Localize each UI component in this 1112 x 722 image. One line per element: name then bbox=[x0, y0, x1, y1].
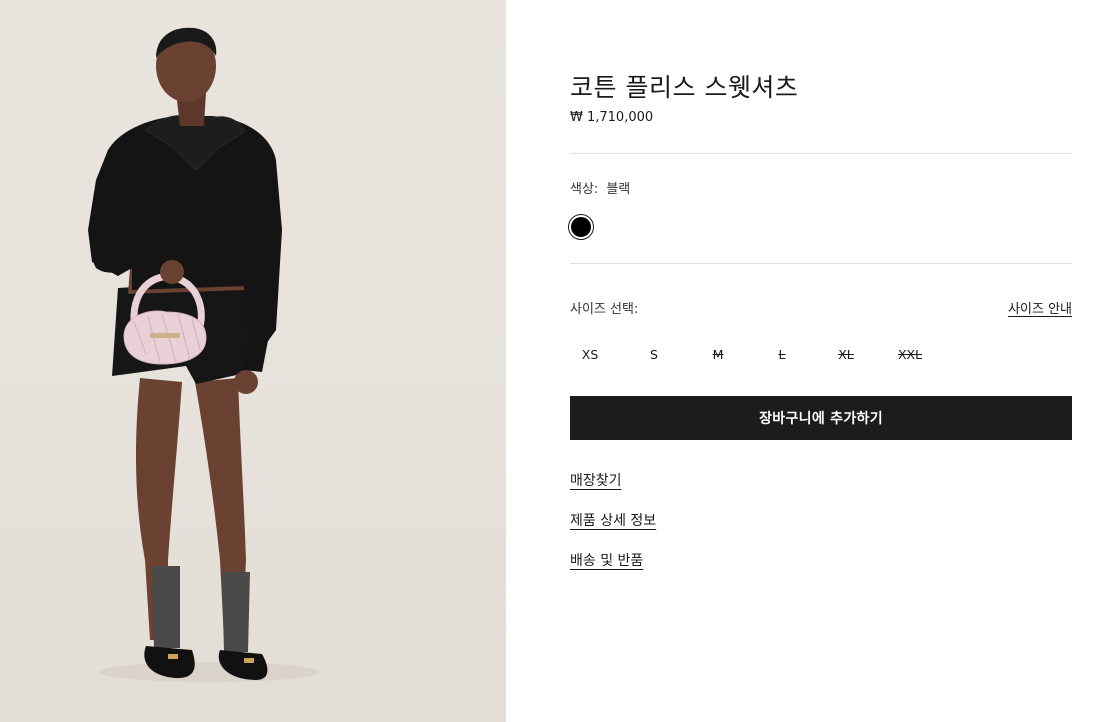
color-swatch-black[interactable] bbox=[568, 214, 594, 240]
color-label-row: 색상: 블랙 bbox=[570, 178, 630, 197]
product-image bbox=[88, 27, 320, 682]
size-option-m[interactable]: M bbox=[698, 347, 738, 362]
size-options: XS S M L XL XXL bbox=[570, 347, 950, 367]
left-sock bbox=[152, 566, 180, 648]
product-title: 코튼 플리스 스웻셔츠 bbox=[570, 73, 799, 102]
product-details-link[interactable]: 제품 상세 정보 bbox=[570, 510, 656, 530]
product-price: ₩ 1,710,000 bbox=[570, 110, 654, 125]
shoe-buckle bbox=[168, 654, 178, 659]
right-sock bbox=[222, 572, 250, 652]
store-finder-link[interactable]: 매장찾기 bbox=[570, 470, 622, 490]
shipping-returns-link[interactable]: 배송 및 반품 bbox=[570, 550, 643, 570]
left-hand bbox=[160, 260, 184, 284]
size-option-xs[interactable]: XS bbox=[570, 347, 610, 362]
size-option-l[interactable]: L bbox=[762, 347, 802, 362]
size-option-xl[interactable]: XL bbox=[826, 347, 866, 362]
size-option-s[interactable]: S bbox=[634, 347, 674, 362]
divider bbox=[570, 263, 1072, 264]
size-select-label: 사이즈 선택: bbox=[570, 302, 639, 317]
product-image-panel bbox=[0, 0, 506, 722]
floor-shadow bbox=[100, 662, 320, 682]
divider bbox=[570, 153, 1072, 154]
right-hand bbox=[234, 370, 258, 394]
selected-color-value: 블랙 bbox=[606, 182, 631, 197]
product-info-panel: 코튼 플리스 스웻셔츠 ₩ 1,710,000 색상: 블랙 사이즈 선택: 사이… bbox=[568, 0, 1072, 722]
size-option-xxl[interactable]: XXL bbox=[890, 347, 930, 362]
bag-logo bbox=[150, 333, 180, 338]
color-label: 색상: bbox=[570, 182, 599, 197]
size-guide-link[interactable]: 사이즈 안내 bbox=[1008, 298, 1072, 317]
add-to-cart-button[interactable]: 장바구니에 추가하기 bbox=[570, 396, 1072, 440]
shoe-buckle bbox=[244, 658, 254, 663]
